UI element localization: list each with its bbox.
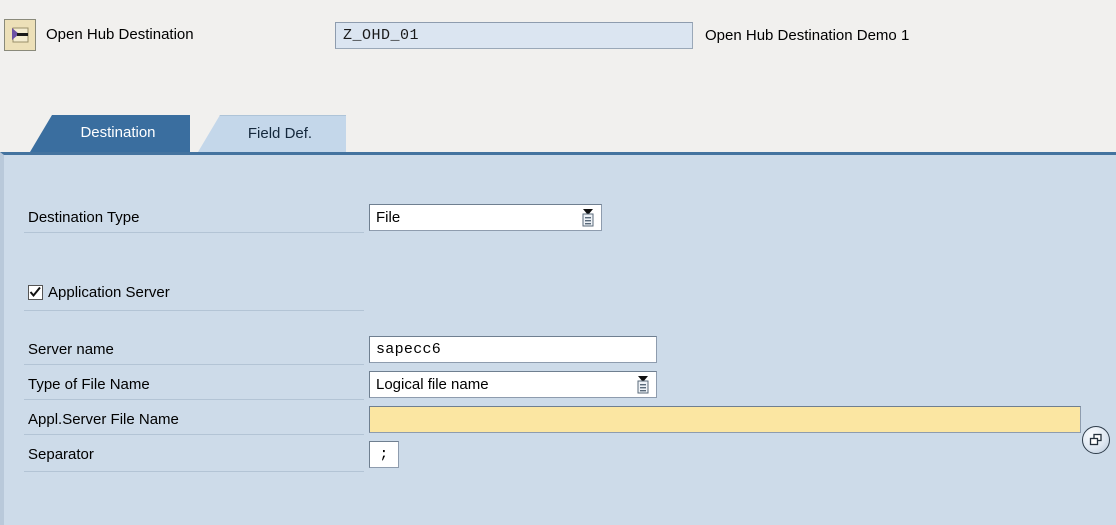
tab-field-def-label: Field Def. bbox=[247, 124, 313, 142]
header-object-label: Open Hub Destination bbox=[46, 26, 194, 43]
destination-type-rule bbox=[24, 232, 364, 233]
row-application-server[interactable]: Application Server bbox=[4, 279, 170, 305]
open-hub-destination-key-field[interactable]: Z_OHD_01 bbox=[335, 22, 693, 49]
tab-destination[interactable]: Destination bbox=[30, 115, 190, 152]
server-name-label: Server name bbox=[28, 341, 114, 358]
separator-label: Separator bbox=[28, 446, 94, 463]
row-destination-type: Destination Type File bbox=[4, 203, 1116, 233]
row-server-name: Server name sapecc6 bbox=[4, 335, 1116, 365]
chevron-down-icon[interactable] bbox=[633, 375, 651, 395]
multiple-selection-icon[interactable] bbox=[1082, 426, 1110, 454]
separator-rule bbox=[24, 471, 364, 472]
appl-server-file-name-label: Appl.Server File Name bbox=[28, 411, 179, 428]
server-name-rule bbox=[24, 364, 364, 365]
destination-type-value: File bbox=[376, 209, 401, 226]
row-appl-server-file-name: Appl.Server File Name bbox=[4, 405, 1116, 435]
chevron-down-icon[interactable] bbox=[578, 208, 596, 228]
destination-tab-panel: Destination Type File Application Server… bbox=[0, 152, 1116, 525]
row-separator: Separator ; bbox=[4, 440, 1116, 472]
appl-server-file-name-rule bbox=[24, 434, 364, 435]
header-bar: Open Hub Destination Z_OHD_01 Open Hub D… bbox=[0, 0, 1116, 78]
appl-server-file-name-input[interactable] bbox=[369, 406, 1081, 433]
tab-destination-label: Destination bbox=[80, 124, 156, 141]
open-hub-destination-description: Open Hub Destination Demo 1 bbox=[705, 27, 910, 44]
destination-type-label: Destination Type bbox=[28, 209, 140, 226]
tabstrip: Destination Field Def. bbox=[0, 115, 1116, 152]
application-server-rule bbox=[24, 310, 364, 311]
type-of-file-name-dropdown[interactable]: Logical file name bbox=[369, 371, 657, 398]
server-name-input[interactable]: sapecc6 bbox=[369, 336, 657, 363]
type-of-file-name-rule bbox=[24, 399, 364, 400]
separator-input[interactable]: ; bbox=[369, 441, 399, 468]
application-server-checkbox[interactable] bbox=[28, 284, 43, 300]
application-server-label: Application Server bbox=[48, 283, 170, 301]
row-type-of-file-name: Type of File Name Logical file name bbox=[4, 370, 1116, 400]
destination-type-dropdown[interactable]: File bbox=[369, 204, 602, 231]
header-object-row: Open Hub Destination bbox=[4, 18, 194, 52]
open-hub-destination-icon bbox=[4, 19, 36, 51]
type-of-file-name-label: Type of File Name bbox=[28, 376, 150, 393]
type-of-file-name-value: Logical file name bbox=[376, 376, 489, 393]
tab-field-def[interactable]: Field Def. bbox=[198, 115, 346, 152]
